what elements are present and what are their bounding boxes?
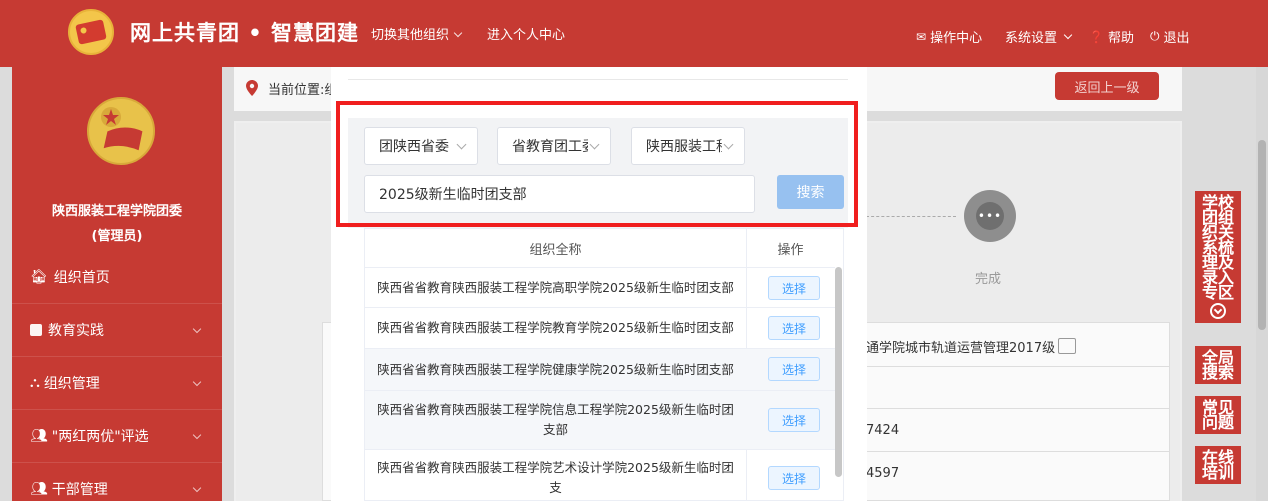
divider: [855, 408, 1170, 409]
league-emblem-icon: [87, 97, 155, 165]
table-row: 陕西省省教育陕西服装工程学院教育学院2025级新生临时团支部 选择: [365, 307, 835, 348]
edit-icon: [30, 324, 42, 336]
top-header: 网上共青团 • 智慧团建 切换其他组织 进入个人中心 ✉ 操作中心 系统设置 ❓ 帮…: [0, 0, 1268, 67]
org-full-name: 陕西省省教育陕西服装工程学院信息工程学院2025级新生临时团支部: [377, 402, 734, 437]
online-training-button[interactable]: 在线 培训: [1195, 446, 1241, 484]
float-label-line: 培训: [1201, 463, 1234, 482]
location-pin-icon: [246, 80, 258, 96]
results-scrollbar[interactable]: [835, 267, 842, 477]
sidebar-item-label: 组织管理: [43, 376, 100, 392]
results-table: 组织全称 操作 陕西省省教育陕西服装工程学院高职学院2025级新生临时团支部 选…: [364, 228, 844, 501]
faq-button[interactable]: 常见 问题: [1195, 396, 1241, 434]
help-link[interactable]: ❓ 帮助: [1089, 27, 1134, 47]
select-button[interactable]: 选择: [768, 408, 820, 432]
step-label: 完成: [975, 272, 1002, 287]
sidebar-item-label: 教育实践: [48, 323, 104, 339]
select-button[interactable]: 选择: [768, 466, 820, 490]
select-button[interactable]: 选择: [768, 276, 820, 300]
step-connector: [866, 216, 956, 217]
dialog-header-divider: [348, 79, 848, 80]
float-label-line: 搜索: [1201, 363, 1234, 382]
back-button[interactable]: 返回上一级: [1055, 72, 1159, 100]
chevron-down-icon: [192, 324, 202, 334]
chevron-down-icon: [192, 377, 202, 387]
org-role: (管理员): [91, 229, 143, 244]
mail-icon: ✉: [916, 29, 927, 44]
step-complete-indicator: •••: [964, 190, 1016, 242]
help-icon: ❓: [1089, 29, 1104, 44]
table-row: 陕西省省教育陕西服装工程学院艺术设计学院2025级新生临时团支 选择: [365, 449, 835, 500]
chevron-down-icon: [192, 483, 202, 493]
org-name: 陕西服装工程学院团委: [51, 204, 182, 219]
org-full-name: 陕西省省教育陕西服装工程学院艺术设计学院2025级新生临时团支: [377, 460, 734, 495]
app-title: 网上共青团 • 智慧团建: [130, 21, 360, 45]
select-button[interactable]: 选择: [768, 357, 820, 381]
sidebar-item-org-manage[interactable]: ⛬ 组织管理: [12, 356, 222, 409]
chevron-down-icon: [1063, 30, 1073, 39]
divider: [855, 366, 1170, 367]
table-row: 陕西省省教育陕西服装工程学院信息工程学院2025级新生临时团支部 选择: [365, 390, 835, 449]
logout-link[interactable]: ⏻ 退出: [1150, 27, 1190, 46]
table-row: 陕西省省教育陕西服装工程学院高职学院2025级新生临时团支部 选择: [365, 267, 835, 307]
column-header-name: 组织全称: [529, 242, 582, 258]
info-cell: 4597: [866, 466, 900, 481]
sidebar: 陕西服装工程学院团委 (管理员) 🏠︎ 组织首页 教育实践 ⛬ 组织管理 👥︎ "两红…: [12, 67, 222, 501]
table-row: 陕西省省教育陕西服装工程学院健康学院2025级新生临时团支部 选择: [365, 348, 835, 390]
operation-center-link[interactable]: ✉ 操作中心: [916, 27, 982, 47]
global-search-button[interactable]: 全局 搜索: [1195, 346, 1241, 384]
edit-icon[interactable]: [1058, 338, 1076, 354]
org-full-name: 陕西省省教育陕西服装工程学院高职学院2025级新生临时团支部: [377, 279, 734, 295]
relation-entry-button[interactable]: 学校 团组 织关 系梳 理及 录入 专区: [1195, 191, 1241, 323]
sidebar-item-label: "两红两优"评选: [51, 429, 149, 445]
float-label-line: 专区: [1201, 283, 1234, 302]
info-cell: 7424: [866, 423, 900, 438]
home-icon: 🏠︎: [30, 268, 48, 285]
sitemap-icon: ⛬: [30, 375, 40, 391]
sidebar-item-label: 组织首页: [53, 269, 110, 286]
float-label-line: 问题: [1201, 413, 1234, 432]
league-logo-icon: [68, 9, 114, 55]
sidebar-item-education[interactable]: 教育实践: [12, 303, 222, 356]
personal-center-link[interactable]: 进入个人中心: [487, 24, 565, 43]
system-settings-menu[interactable]: 系统设置: [1005, 27, 1073, 46]
chevron-down-icon: [453, 28, 463, 38]
sidebar-org-name: 陕西服装工程学院团委 (管理员): [12, 199, 222, 249]
sidebar-item-evaluation[interactable]: 👥︎ "两红两优"评选: [12, 409, 222, 462]
group-icon: 👥︎: [30, 428, 48, 444]
switch-org-menu[interactable]: 切换其他组织: [371, 24, 463, 43]
info-cell: 通学院城市轨道运营管理2017级: [866, 341, 1056, 356]
power-icon: ⏻: [1150, 29, 1160, 43]
org-full-name: 陕西省省教育陕西服装工程学院健康学院2025级新生临时团支部: [377, 361, 734, 377]
sidebar-item-label: 干部管理: [51, 482, 108, 498]
column-header-action: 操作: [777, 242, 804, 258]
breadcrumb: 当前位置:组: [268, 83, 338, 98]
more-icon: •••: [976, 202, 1004, 230]
select-button[interactable]: 选择: [768, 316, 820, 340]
page-scrollbar-thumb[interactable]: [1258, 140, 1266, 330]
group-icon: 👥︎: [30, 481, 48, 497]
chevron-circle-down-icon: [1210, 303, 1226, 319]
highlight-box: [336, 101, 858, 227]
sidebar-item-cadre[interactable]: 👥︎ 干部管理: [12, 462, 222, 501]
org-full-name: 陕西省省教育陕西服装工程学院教育学院2025级新生临时团支部: [377, 320, 734, 335]
chevron-down-icon: [192, 430, 202, 440]
divider: [855, 451, 1170, 452]
sidebar-item-home[interactable]: 🏠︎ 组织首页: [12, 250, 222, 303]
